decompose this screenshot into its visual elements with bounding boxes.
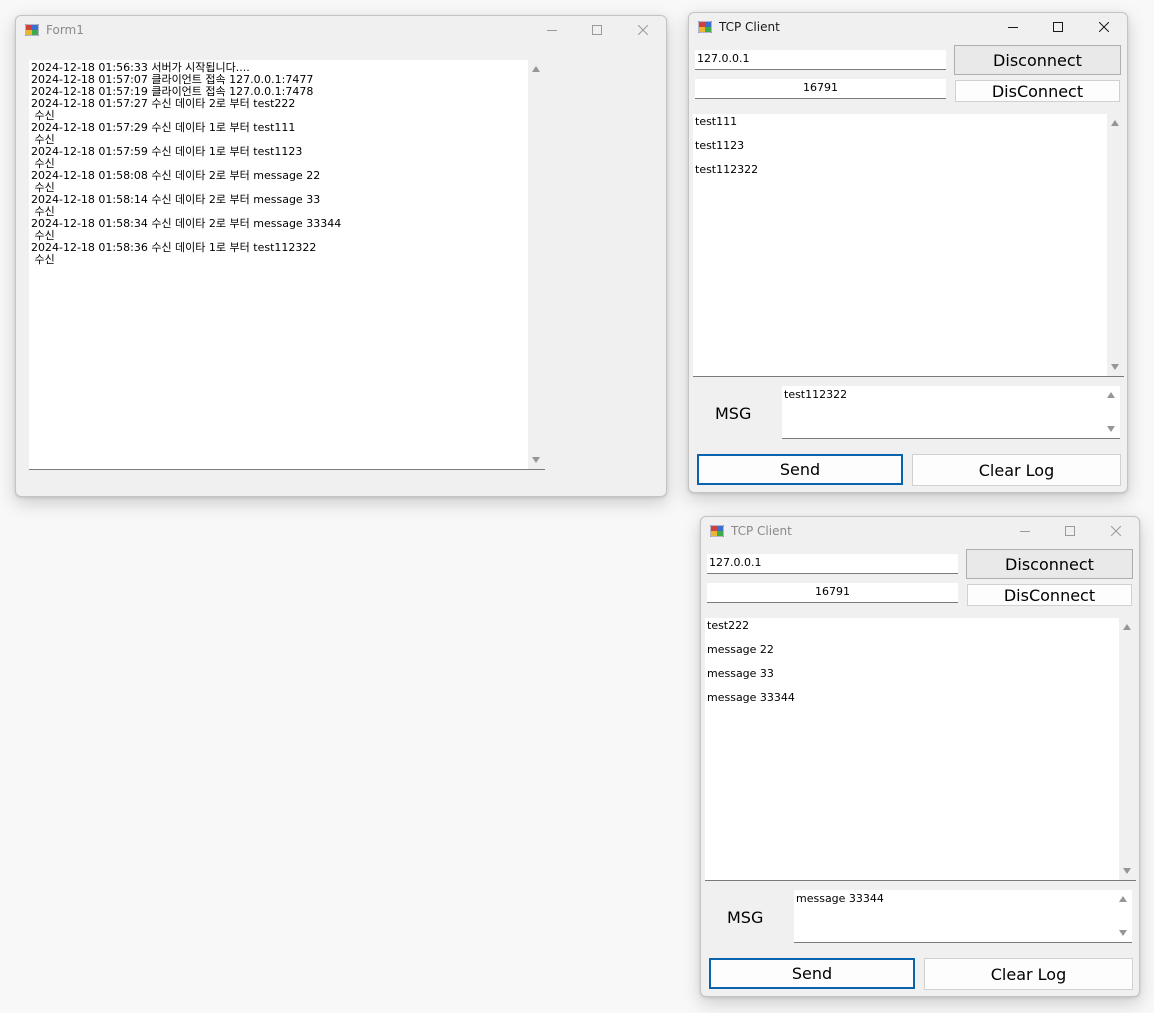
maximize-button[interactable] <box>1036 13 1080 41</box>
client2-window: TCP Client 127.0.0.1 Disconnect 16791 Di… <box>700 516 1140 997</box>
title-bar[interactable]: Form1 <box>16 16 666 44</box>
clear-log-button[interactable]: Clear Log <box>924 958 1133 990</box>
close-button[interactable] <box>1094 517 1138 545</box>
minimize-button[interactable] <box>530 16 574 44</box>
minimize-icon <box>547 30 557 31</box>
list-item: message 22 <box>707 643 774 656</box>
maximize-button[interactable] <box>1048 517 1092 545</box>
scroll-up-icon[interactable] <box>1119 896 1127 902</box>
minimize-icon <box>1008 27 1018 28</box>
scroll-down-icon[interactable] <box>532 457 540 463</box>
list-item: test1123 <box>695 139 745 152</box>
log-line: 2024-12-18 01:57:29 수신 데이타 1로 부터 test111 <box>31 121 296 134</box>
port-input[interactable]: 16791 <box>695 79 946 99</box>
msg-input-value: test112322 <box>784 388 848 401</box>
disconnect-button[interactable]: Disconnect <box>954 45 1121 75</box>
app-icon <box>698 21 712 33</box>
log-line: 2024-12-18 01:58:34 수신 데이타 2로 부터 message… <box>31 217 342 230</box>
vertical-scrollbar[interactable] <box>528 60 545 469</box>
scroll-down-icon[interactable] <box>1107 426 1115 432</box>
close-icon <box>638 25 648 35</box>
msg-input[interactable]: test112322 <box>782 386 1120 439</box>
maximize-icon <box>592 25 602 35</box>
scroll-down-icon[interactable] <box>1119 930 1127 936</box>
close-icon <box>1111 526 1121 536</box>
scroll-up-icon[interactable] <box>1111 120 1119 126</box>
log-line: 2024-12-18 01:58:36 수신 데이타 1로 부터 test112… <box>31 241 317 254</box>
ip-input[interactable]: 127.0.0.1 <box>695 50 946 70</box>
message-log[interactable]: test111 test1123 test112322 <box>693 114 1124 377</box>
msg-label: MSG <box>715 404 752 423</box>
scroll-down-icon[interactable] <box>1111 364 1119 370</box>
app-icon <box>710 525 724 537</box>
window-title: TCP Client <box>719 20 780 34</box>
minimize-button[interactable] <box>1003 517 1047 545</box>
msg-input-value: message 33344 <box>796 892 884 905</box>
minimize-icon <box>1020 531 1030 532</box>
send-button[interactable]: Send <box>697 454 903 485</box>
log-line: 2024-12-18 01:58:08 수신 데이타 2로 부터 message… <box>31 169 321 182</box>
vertical-scrollbar[interactable] <box>1115 890 1132 942</box>
vertical-scrollbar[interactable] <box>1107 114 1124 376</box>
log-line: 2024-12-18 01:57:27 수신 데이타 2로 부터 test222 <box>31 97 296 110</box>
app-icon <box>25 24 39 36</box>
disconnect2-button[interactable]: DisConnect <box>955 80 1120 102</box>
disconnect2-button[interactable]: DisConnect <box>967 584 1132 606</box>
log-line: 2024-12-18 01:58:14 수신 데이타 2로 부터 message… <box>31 193 321 206</box>
port-input[interactable]: 16791 <box>707 583 958 603</box>
close-icon <box>1099 22 1109 32</box>
maximize-icon <box>1053 22 1063 32</box>
message-log[interactable]: test222 message 22 message 33 message 33344 <box>705 618 1136 881</box>
minimize-button[interactable] <box>991 13 1035 41</box>
vertical-scrollbar[interactable] <box>1119 618 1136 880</box>
client1-window: TCP Client 127.0.0.1 Disconnect 16791 Di… <box>688 12 1128 493</box>
scroll-up-icon[interactable] <box>1123 624 1131 630</box>
scroll-up-icon[interactable] <box>532 66 540 72</box>
list-item: test112322 <box>695 163 759 176</box>
log-line: 2024-12-18 01:57:59 수신 데이타 1로 부터 test112… <box>31 145 303 158</box>
title-bar[interactable]: TCP Client <box>701 517 1139 545</box>
list-item: message 33 <box>707 667 774 680</box>
disconnect-button[interactable]: Disconnect <box>966 549 1133 579</box>
list-item: test111 <box>695 115 738 128</box>
window-title: Form1 <box>46 23 84 37</box>
server-window: Form1 2024-12-18 01:56:33 서버가 시작됩니다.... 2… <box>15 15 667 497</box>
scroll-up-icon[interactable] <box>1107 392 1115 398</box>
ip-input[interactable]: 127.0.0.1 <box>707 554 958 574</box>
list-item: message 33344 <box>707 691 795 704</box>
server-log-box[interactable]: 2024-12-18 01:56:33 서버가 시작됩니다.... 2024-12… <box>29 60 545 470</box>
list-item: test222 <box>707 619 750 632</box>
msg-input[interactable]: message 33344 <box>794 890 1132 943</box>
close-button[interactable] <box>1082 13 1126 41</box>
close-button[interactable] <box>621 16 665 44</box>
scroll-down-icon[interactable] <box>1123 868 1131 874</box>
clear-log-button[interactable]: Clear Log <box>912 454 1121 486</box>
log-line: 수신 <box>31 253 55 266</box>
msg-label: MSG <box>727 908 764 927</box>
window-title: TCP Client <box>731 524 792 538</box>
maximize-icon <box>1065 526 1075 536</box>
maximize-button[interactable] <box>575 16 619 44</box>
title-bar[interactable]: TCP Client <box>689 13 1127 41</box>
vertical-scrollbar[interactable] <box>1103 386 1120 438</box>
send-button[interactable]: Send <box>709 958 915 989</box>
